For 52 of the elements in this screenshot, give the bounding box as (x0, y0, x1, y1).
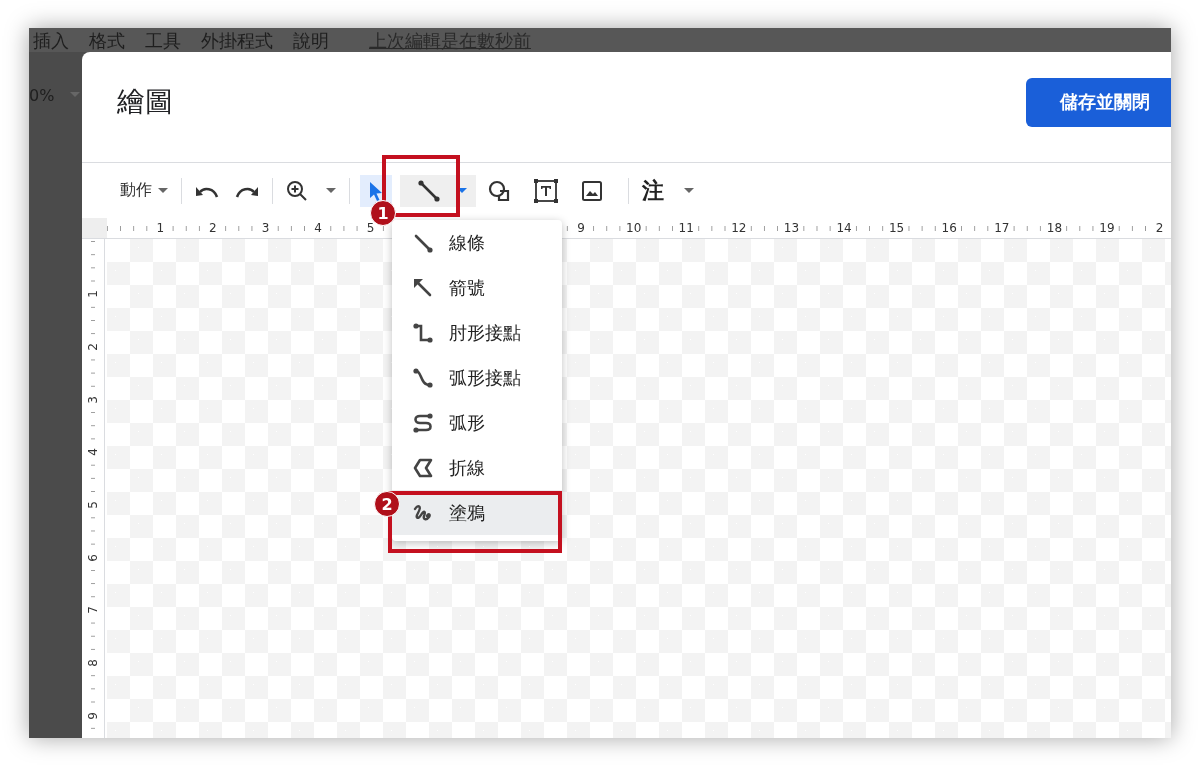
ruler-number: 9 (86, 711, 100, 721)
ruler-number: 5 (86, 500, 100, 510)
menu-item[interactable]: 弧形 (392, 400, 562, 445)
ruler-number: 15 (887, 221, 906, 235)
curved-connector-icon (412, 366, 434, 389)
caret-icon (158, 187, 168, 194)
caret-icon (326, 187, 336, 194)
ruler-number: 3 (86, 394, 100, 405)
ruler-number: 4 (86, 447, 100, 458)
ruler-number: 8 (86, 658, 100, 668)
ruler-number: 17 (993, 221, 1011, 235)
caret-icon (684, 187, 694, 194)
ruler-corner (82, 218, 107, 238)
caret-icon (70, 92, 81, 98)
ruler-number: 2 (208, 221, 218, 235)
ruler-number: 4 (313, 221, 323, 235)
text-box-icon (533, 177, 559, 204)
ruler-number: 11 (677, 221, 695, 235)
image-icon (581, 179, 603, 202)
ruler-number: 14 (835, 221, 853, 235)
menu-item[interactable]: 折線 (392, 445, 562, 490)
arrow-icon (412, 276, 434, 299)
dialog-title: 繪圖 (117, 84, 173, 120)
font-menu[interactable]: 注 (639, 174, 697, 207)
ruler-number: 1 (86, 289, 100, 300)
caret-icon (457, 187, 467, 194)
zoom-in-icon (286, 179, 308, 202)
ruler-number: 2 (86, 342, 100, 352)
pointer-icon (368, 180, 384, 201)
ruler-number: 2 (1154, 221, 1165, 235)
polyline-icon (412, 456, 434, 479)
actions-menu[interactable]: 動作 (117, 174, 171, 207)
menu-item[interactable]: 肘形接點 (392, 310, 562, 355)
save-and-close-button[interactable]: 儲存並關閉 (1026, 77, 1171, 127)
ruler-number: 10 (625, 221, 643, 235)
ruler-number: 12 (730, 221, 748, 235)
ruler-number: 6 (86, 552, 100, 563)
menu-item[interactable]: 弧形接點 (392, 355, 562, 400)
ruler-number: 18 (1045, 221, 1064, 235)
ruler-number: 19 (1098, 221, 1116, 235)
ruler-number: 7 (86, 605, 100, 616)
curve-icon (412, 411, 434, 434)
line-icon (417, 178, 441, 203)
ruler-number: 16 (940, 221, 958, 235)
line-tool[interactable] (400, 174, 476, 207)
menu-item[interactable]: 箭號 (392, 265, 562, 310)
ruler-number: 1 (155, 221, 166, 235)
ruler-number: 9 (576, 221, 586, 235)
ruler-number: 3 (260, 221, 271, 235)
ruler-number: 13 (782, 221, 801, 235)
shapes-icon (487, 178, 511, 203)
elbow-connector-icon (412, 321, 434, 344)
